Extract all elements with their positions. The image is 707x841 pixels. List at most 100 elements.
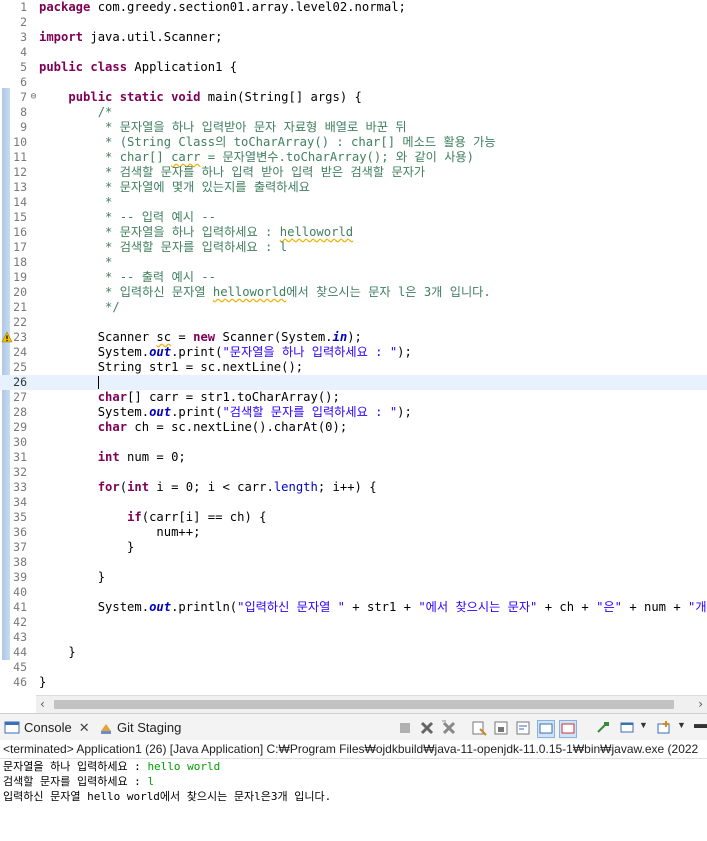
code-line[interactable]: 39 } — [0, 570, 707, 585]
code-text[interactable] — [39, 375, 99, 390]
code-text[interactable]: * 입력하신 문자열 helloworld에서 찾으시는 문자 l은 3개 입니… — [39, 285, 491, 300]
code-text[interactable]: num++; — [39, 525, 200, 540]
code-text[interactable]: * — [39, 255, 112, 270]
code-line[interactable]: 19 * -- 출력 예시 -- — [0, 270, 707, 285]
code-line[interactable]: 37 } — [0, 540, 707, 555]
code-line[interactable]: 24 System.out.print("문자열을 하나 입력하세요 : "); — [0, 345, 707, 360]
code-text[interactable]: } — [39, 675, 46, 690]
code-text[interactable]: * — [39, 195, 112, 210]
code-line[interactable]: 21 */ — [0, 300, 707, 315]
code-line[interactable]: 10 * (String Class의 toCharArray() : char… — [0, 135, 707, 150]
code-line[interactable]: 28 System.out.print("검색할 문자를 입력하세요 : "); — [0, 405, 707, 420]
code-line[interactable]: 35 if(carr[i] == ch) { — [0, 510, 707, 525]
chevron-down-icon[interactable]: ▼ — [677, 720, 686, 730]
scrollbar-thumb[interactable] — [54, 700, 674, 709]
code-line[interactable]: 29 char ch = sc.nextLine().charAt(0); — [0, 420, 707, 435]
code-text[interactable]: * (String Class의 toCharArray() : char[] … — [39, 135, 496, 150]
code-line[interactable]: 41 System.out.println("입력하신 문자열 " + str1… — [0, 600, 707, 615]
code-line[interactable]: 18 * — [0, 255, 707, 270]
code-line[interactable]: 5 public class Application1 { — [0, 60, 707, 75]
code-line[interactable]: 23 Scanner sc = new Scanner(System.in); — [0, 330, 707, 345]
code-line[interactable]: 3 import java.util.Scanner; — [0, 30, 707, 45]
code-line[interactable]: 4 — [0, 45, 707, 60]
scroll-lock-icon[interactable] — [493, 720, 509, 736]
code-text[interactable]: */ — [39, 300, 120, 315]
code-text[interactable]: * char[] carr = 문자열변수.toCharArray(); 와 같… — [39, 150, 474, 165]
code-text[interactable]: String str1 = sc.nextLine(); — [39, 360, 303, 375]
remove-all-launches-icon[interactable] — [441, 720, 457, 736]
code-line[interactable]: 2 — [0, 15, 707, 30]
scroll-left-icon[interactable]: ‹ — [40, 697, 45, 711]
close-icon[interactable]: ✕ — [79, 719, 90, 737]
horizontal-scrollbar[interactable]: ‹ › — [36, 695, 707, 713]
code-text[interactable]: int num = 0; — [39, 450, 186, 465]
code-text[interactable]: if(carr[i] == ch) { — [39, 510, 266, 525]
code-line[interactable]: 6 — [0, 75, 707, 90]
code-text[interactable]: import java.util.Scanner; — [39, 30, 222, 45]
code-text[interactable]: for(int i = 0; i < carr.length; i++) { — [39, 480, 377, 495]
display-selected-console-icon[interactable] — [619, 720, 635, 736]
code-line[interactable]: 12 * 검색할 문자를 하나 입력 받아 입력 받은 검색할 문자가 — [0, 165, 707, 180]
word-wrap-icon[interactable] — [515, 720, 531, 736]
code-line[interactable]: 1 package com.greedy.section01.array.leve… — [0, 0, 707, 15]
code-text[interactable]: Scanner sc = new Scanner(System.in); — [39, 330, 362, 345]
code-line[interactable]: 17 * 검색할 문자를 입력하세요 : l — [0, 240, 707, 255]
code-line[interactable]: 11 * char[] carr = 문자열변수.toCharArray(); … — [0, 150, 707, 165]
code-text[interactable]: * 검색할 문자를 입력하세요 : l — [39, 240, 287, 255]
code-text[interactable]: package com.greedy.section01.array.level… — [39, 0, 406, 15]
tab-git-staging[interactable]: Git Staging — [99, 719, 181, 737]
code-text[interactable]: /* — [39, 105, 113, 120]
code-line[interactable]: 38 — [0, 555, 707, 570]
code-line[interactable]: 45 — [0, 660, 707, 675]
code-text[interactable]: char[] carr = str1.toCharArray(); — [39, 390, 340, 405]
code-text[interactable]: * 문자열에 몇개 있는지를 출력하세요 — [39, 180, 310, 195]
warning-icon[interactable] — [1, 331, 13, 343]
open-console-icon[interactable] — [656, 720, 672, 736]
remove-launch-icon[interactable] — [419, 720, 435, 736]
code-line[interactable]: 7 ⊖ public static void main(String[] args… — [0, 90, 707, 105]
code-line[interactable]: 22 — [0, 315, 707, 330]
code-text[interactable]: System.out.println("입력하신 문자열 " + str1 + … — [39, 600, 707, 615]
code-text[interactable]: * -- 입력 예시 -- — [39, 210, 216, 225]
code-line[interactable]: 26 — [0, 375, 707, 390]
scroll-right-icon[interactable]: › — [698, 697, 703, 711]
code-text[interactable]: * 검색할 문자를 하나 입력 받아 입력 받은 검색할 문자가 — [39, 165, 425, 180]
code-text[interactable]: char ch = sc.nextLine().charAt(0); — [39, 420, 347, 435]
code-text[interactable]: public class Application1 { — [39, 60, 237, 75]
code-text[interactable]: * 문자열을 하나 입력받아 문자 자료형 배열로 바꾼 뒤 — [39, 120, 407, 135]
code-line[interactable]: 20 * 입력하신 문자열 helloworld에서 찾으시는 문자 l은 3개… — [0, 285, 707, 300]
code-line[interactable]: 15 * -- 입력 예시 -- — [0, 210, 707, 225]
code-line[interactable]: 27 char[] carr = str1.toCharArray(); — [0, 390, 707, 405]
code-line[interactable]: 33 for(int i = 0; i < carr.length; i++) … — [0, 480, 707, 495]
terminate-icon[interactable] — [397, 720, 413, 736]
clear-console-icon[interactable] — [471, 720, 487, 736]
code-text[interactable]: System.out.print("문자열을 하나 입력하세요 : "); — [39, 345, 412, 360]
code-line[interactable]: 9 * 문자열을 하나 입력받아 문자 자료형 배열로 바꾼 뒤 — [0, 120, 707, 135]
code-text[interactable]: * 문자열을 하나 입력하세요 : helloworld — [39, 225, 353, 240]
show-console-on-stdout-icon[interactable] — [537, 720, 555, 738]
code-line[interactable]: 14 * — [0, 195, 707, 210]
code-line[interactable]: 43 — [0, 630, 707, 645]
show-console-on-stderr-icon[interactable] — [559, 720, 577, 738]
code-text[interactable]: System.out.print("검색할 문자를 입력하세요 : "); — [39, 405, 412, 420]
tab-console[interactable]: Console ✕ — [4, 719, 90, 737]
code-editor[interactable]: 1 package com.greedy.section01.array.leve… — [0, 0, 707, 695]
code-line[interactable]: 32 — [0, 465, 707, 480]
code-line[interactable]: 42 — [0, 615, 707, 630]
chevron-down-icon[interactable]: ▼ — [639, 720, 648, 730]
code-line[interactable]: 40 — [0, 585, 707, 600]
code-text[interactable]: public static void main(String[] args) { — [39, 90, 362, 105]
fold-collapse-icon[interactable]: ⊖ — [28, 91, 39, 102]
code-line[interactable]: 36 num++; — [0, 525, 707, 540]
code-line[interactable]: 13 * 문자열에 몇개 있는지를 출력하세요 — [0, 180, 707, 195]
code-text[interactable]: } — [39, 645, 75, 660]
code-line[interactable]: 46} — [0, 675, 707, 690]
code-text[interactable]: * -- 출력 예시 -- — [39, 270, 216, 285]
code-line[interactable]: 44 } — [0, 645, 707, 660]
code-line[interactable]: 16 * 문자열을 하나 입력하세요 : helloworld — [0, 225, 707, 240]
console-output[interactable]: 문자열을 하나 입력하세요 : hello world 검색할 문자를 입력하세요… — [0, 759, 707, 841]
code-line[interactable]: 34 — [0, 495, 707, 510]
code-line[interactable]: 25 String str1 = sc.nextLine(); — [0, 360, 707, 375]
code-line[interactable]: 31 int num = 0; — [0, 450, 707, 465]
code-line[interactable]: 8 /* — [0, 105, 707, 120]
